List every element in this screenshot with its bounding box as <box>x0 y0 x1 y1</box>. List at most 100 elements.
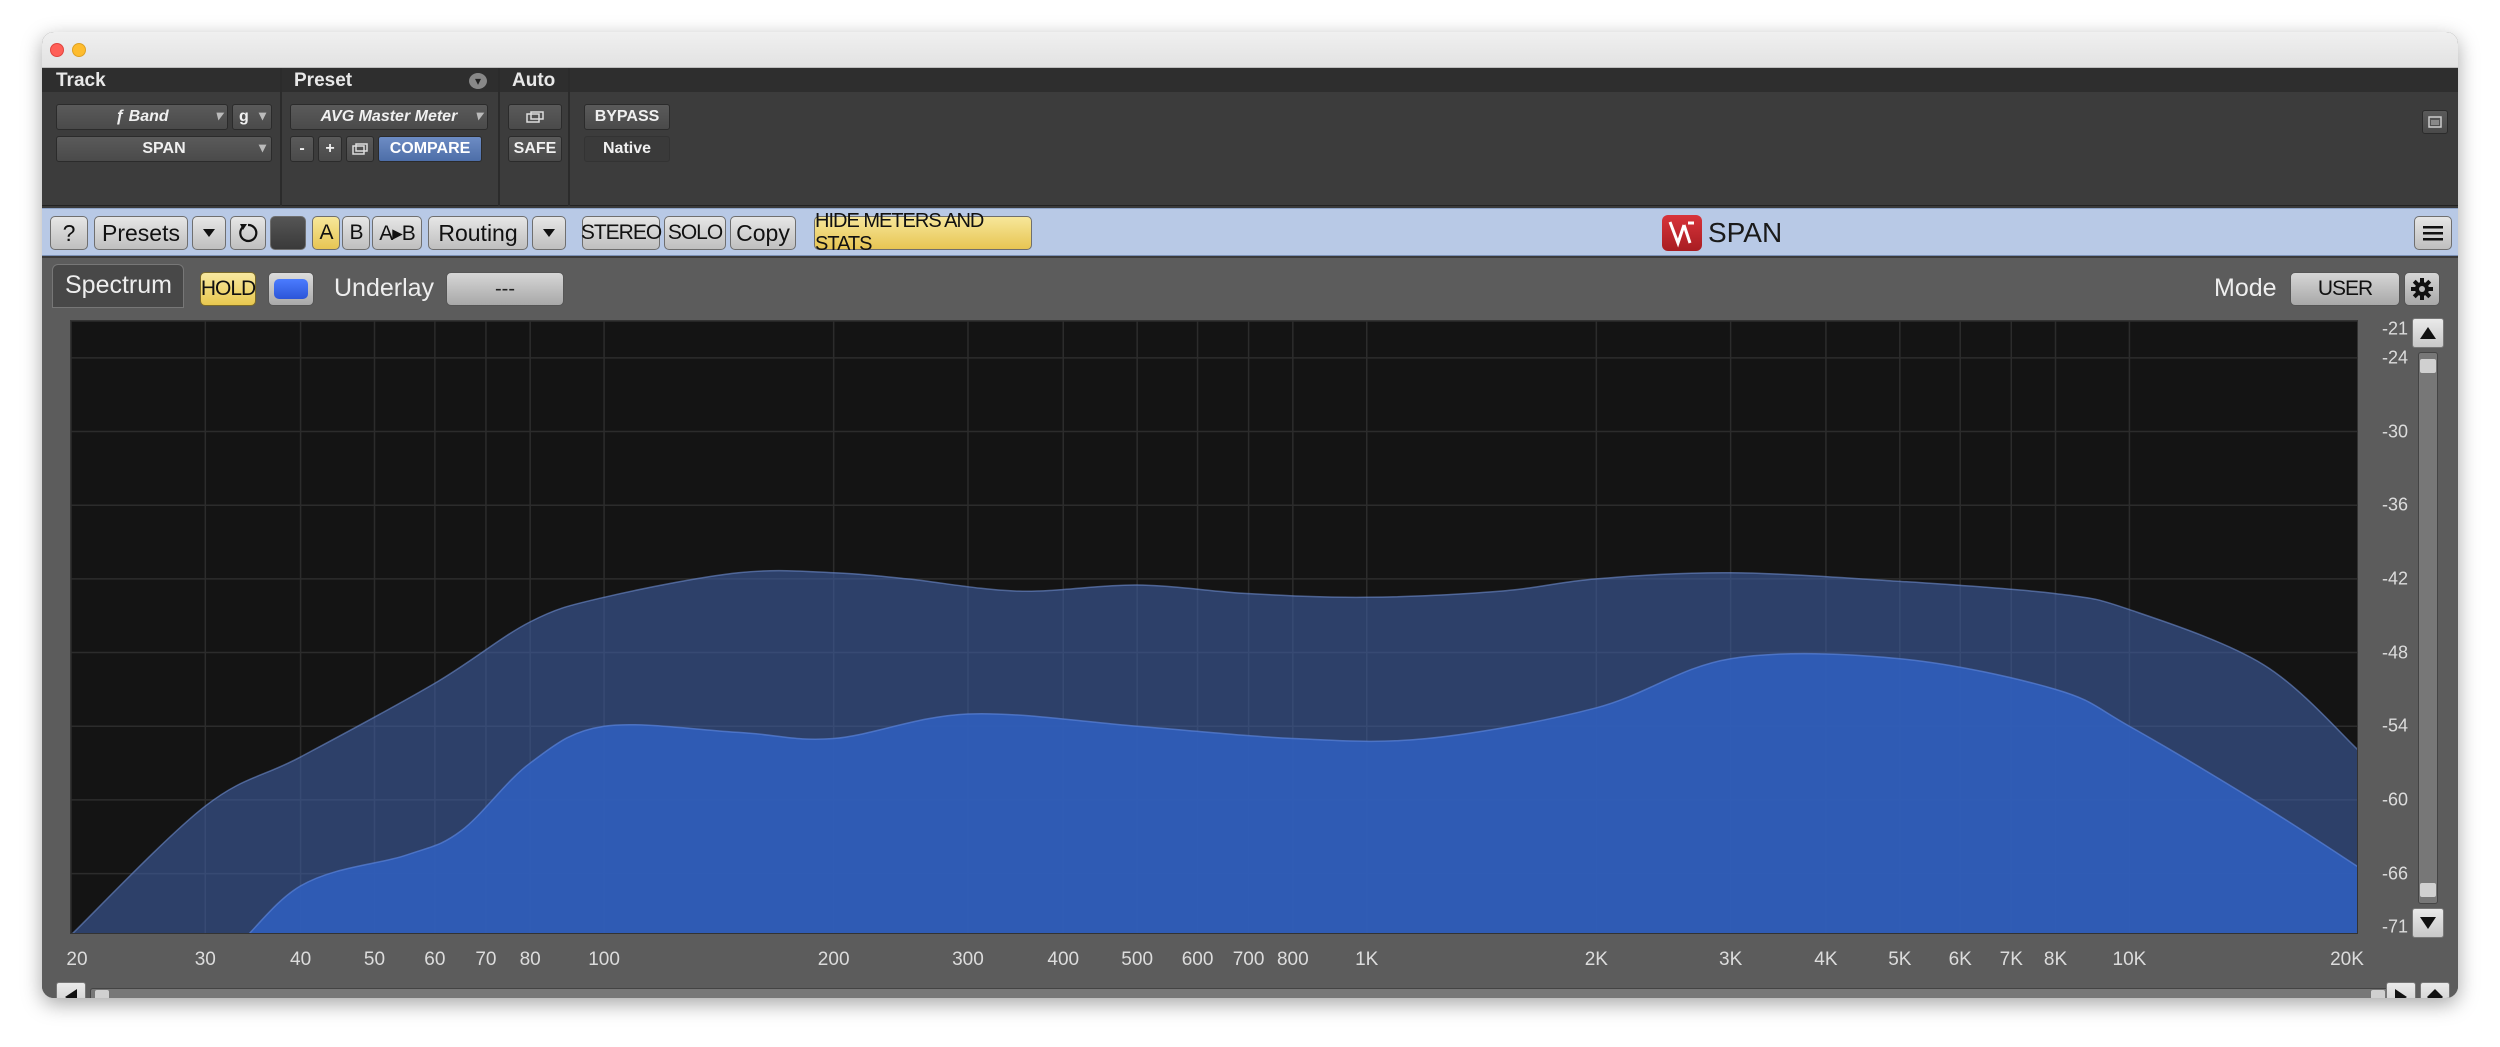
diamond-icon <box>2427 989 2443 998</box>
y-tick-label: -24 <box>2382 347 2409 368</box>
header-label-strip <box>42 68 2458 92</box>
vertical-scroll-handle-bottom[interactable] <box>2420 883 2436 897</box>
copy-a-to-b-button[interactable]: A▸B <box>372 216 422 250</box>
y-tick-label: -60 <box>2382 789 2409 810</box>
x-tick-label: 1K <box>1355 949 1379 970</box>
scroll-left-button[interactable] <box>56 982 86 998</box>
hamburger-menu-icon <box>2423 226 2443 241</box>
x-tick-label: 7K <box>1999 949 2023 970</box>
settings-button[interactable] <box>2404 272 2440 306</box>
title-bar <box>42 32 2458 68</box>
chevron-down-icon <box>543 229 555 237</box>
presets-dropdown-button[interactable] <box>192 216 226 250</box>
routing-dropdown-button[interactable] <box>532 216 566 250</box>
hold-button[interactable]: HOLD <box>200 272 256 306</box>
x-tick-label: 600 <box>1181 949 1214 970</box>
track-name: ƒ Band <box>115 108 169 125</box>
copy-button[interactable]: Copy <box>730 216 796 250</box>
window-options-button[interactable] <box>2422 110 2448 134</box>
y-tick-label: -30 <box>2382 421 2409 442</box>
horizontal-scroll-handle-right[interactable] <box>2371 990 2385 998</box>
x-tick-label: 30 <box>194 949 216 970</box>
x-tick-label: 300 <box>952 949 984 970</box>
x-tick-label: 60 <box>424 949 446 970</box>
divider <box>568 68 570 206</box>
y-tick-label: -71 <box>2382 916 2409 937</box>
spectrum-plot[interactable] <box>70 320 2358 934</box>
x-tick-label: 10K <box>2112 949 2147 970</box>
insert-selector[interactable]: SPAN <box>56 136 272 162</box>
mode-select[interactable]: USER <box>2290 272 2400 306</box>
automation-enable-button[interactable] <box>508 104 562 130</box>
arrow-left-icon <box>65 989 77 998</box>
x-tick-label: 40 <box>290 949 312 970</box>
safe-button[interactable]: SAFE <box>508 136 562 162</box>
insert-name: SPAN <box>142 140 186 157</box>
scroll-up-button[interactable] <box>2412 318 2444 348</box>
y-tick-label: -48 <box>2382 642 2409 663</box>
voxengo-logo-icon <box>1662 215 1702 251</box>
preset-menu-icon[interactable]: ▾ <box>469 73 487 89</box>
preset-label: Preset <box>294 70 353 91</box>
help-button[interactable]: ? <box>50 216 88 250</box>
x-tick-label: 80 <box>519 949 541 970</box>
horizontal-scrollbar[interactable] <box>90 988 2390 998</box>
x-tick-label: 20K <box>2330 949 2364 970</box>
routing-button[interactable]: Routing <box>428 216 528 250</box>
x-tick-label: 200 <box>817 949 850 970</box>
presets-button[interactable]: Presets <box>94 216 188 250</box>
group-selector[interactable]: g <box>232 104 272 130</box>
native-indicator: Native <box>584 136 670 162</box>
x-tick-label: 3K <box>1719 949 1743 970</box>
x-tick-label: 2K <box>1584 949 1608 970</box>
blank-toggle-button[interactable] <box>270 216 306 250</box>
window-icon <box>2428 116 2442 128</box>
color-swatch-icon <box>274 279 308 299</box>
x-tick-label: 700 <box>1232 949 1265 970</box>
arrow-right-icon <box>2395 989 2407 998</box>
vertical-scrollbar[interactable] <box>2418 352 2438 904</box>
x-tick-label: 500 <box>1121 949 1154 970</box>
underlay-select[interactable]: --- <box>446 272 564 306</box>
zoom-fit-button[interactable] <box>2420 982 2450 998</box>
previous-preset-button[interactable]: - <box>290 136 314 162</box>
vertical-scroll-handle-top[interactable] <box>2420 359 2436 373</box>
librarian-button[interactable] <box>346 136 374 162</box>
color-toggle-button[interactable] <box>268 272 314 306</box>
stereo-button[interactable]: STEREO <box>581 216 662 250</box>
auto-label: Auto <box>512 70 556 91</box>
divider <box>498 68 500 206</box>
x-tick-label: 100 <box>588 949 620 970</box>
horizontal-scroll-handle-left[interactable] <box>95 990 109 998</box>
spectrum-tab[interactable]: Spectrum <box>52 264 184 308</box>
solo-button[interactable]: SOLO <box>664 216 726 250</box>
minimize-window-button[interactable] <box>72 43 86 57</box>
main-menu-button[interactable] <box>2414 216 2452 250</box>
reset-button[interactable] <box>230 216 266 250</box>
x-tick-label: 20 <box>66 949 88 970</box>
plugin-name: SPAN <box>1708 217 1783 248</box>
compare-button[interactable]: COMPARE <box>378 136 482 162</box>
mode-label: Mode <box>2214 274 2277 302</box>
y-tick-label: -66 <box>2382 863 2409 884</box>
x-tick-label: 4K <box>1814 949 1838 970</box>
arrow-up-icon <box>2420 327 2436 339</box>
x-tick-label: 6K <box>1948 949 1972 970</box>
close-window-button[interactable] <box>50 43 64 57</box>
chevron-down-icon <box>203 229 215 237</box>
track-selector[interactable]: ƒ Band <box>56 104 228 130</box>
preset-selector[interactable]: AVG Master Meter <box>290 104 488 130</box>
x-tick-label: 70 <box>475 949 497 970</box>
group-name: g <box>239 108 249 125</box>
host-header: Track Preset ▾ Auto ƒ Band g SPAN AVG Ma… <box>42 68 2458 206</box>
state-a-button[interactable]: A <box>312 216 340 250</box>
scroll-down-button[interactable] <box>2412 908 2444 938</box>
x-tick-label: 5K <box>1888 949 1912 970</box>
bypass-button[interactable]: BYPASS <box>584 104 670 130</box>
hide-meters-button[interactable]: HIDE METERS AND STATS <box>814 210 1032 255</box>
y-tick-label: -21 <box>2382 318 2409 339</box>
scroll-right-button[interactable] <box>2386 982 2416 998</box>
next-preset-button[interactable]: + <box>318 136 342 162</box>
state-b-button[interactable]: B <box>342 216 370 250</box>
divider <box>280 68 282 206</box>
